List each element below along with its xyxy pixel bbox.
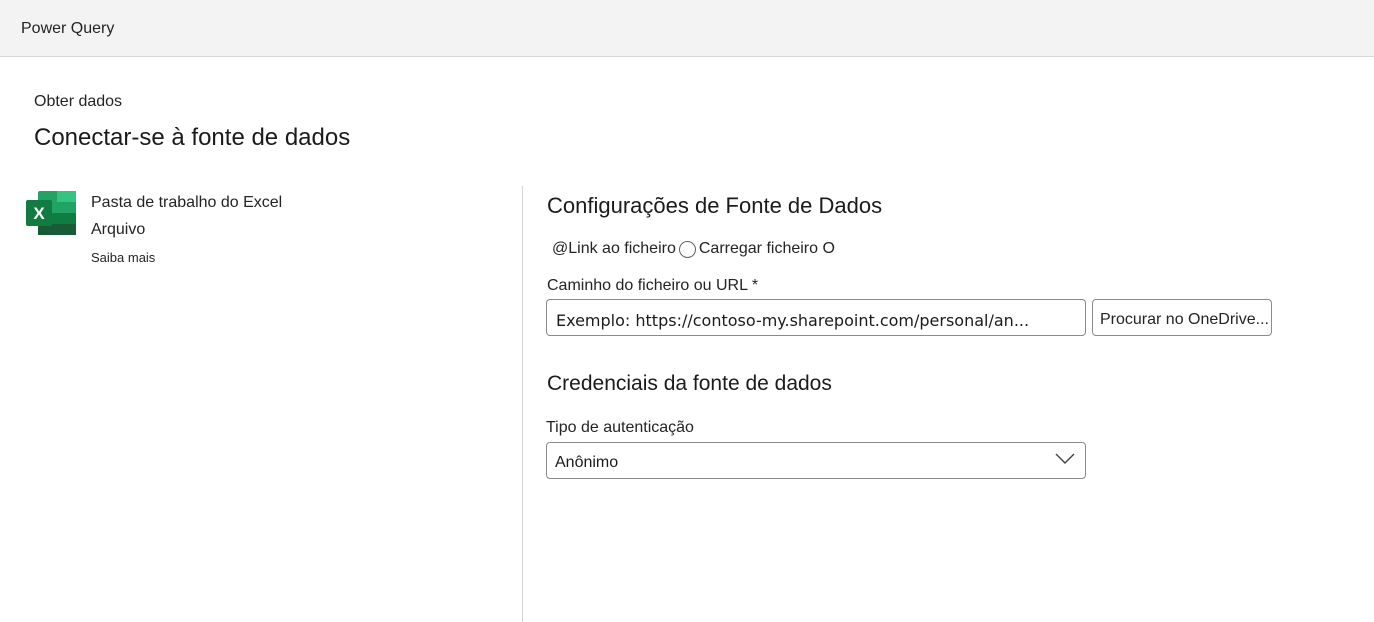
chevron-down-icon [1055,453,1075,464]
credentials-title: Credenciais da fonte de dados [547,372,832,395]
auth-type-value: Anônimo [555,454,619,471]
learn-more-link[interactable]: Saiba mais [91,250,155,265]
page-title: Conectar-se à fonte de dados [34,124,351,151]
panel-divider [522,186,523,622]
breadcrumb: Obter dados [34,93,123,110]
upload-file-radio[interactable] [678,240,696,258]
auth-type-select[interactable]: Anônimo [546,442,1086,479]
upload-file-option[interactable]: Carregar ficheiro O [699,240,835,258]
connector-name: Pasta de trabalho do Excel [91,194,283,211]
file-source-options: @Link ao ficheiro Carregar ficheiro O [552,240,835,258]
auth-type-label: Tipo de autenticação [546,419,694,436]
file-path-input[interactable]: Exemplo: https://contoso-my.sharepoint.c… [546,299,1086,336]
link-to-file-option[interactable]: @Link ao ficheiro [552,240,676,258]
svg-text:X: X [33,204,45,223]
connector-category: Arquivo [91,221,146,238]
excel-icon: X [26,191,76,235]
title-bar: Power Query [0,0,1374,57]
browse-onedrive-button[interactable]: Procurar no OneDrive... [1092,299,1272,336]
path-label: Caminho do ficheiro ou URL * [547,277,759,294]
settings-title: Configurações de Fonte de Dados [547,193,883,218]
app-title: Power Query [21,20,115,37]
